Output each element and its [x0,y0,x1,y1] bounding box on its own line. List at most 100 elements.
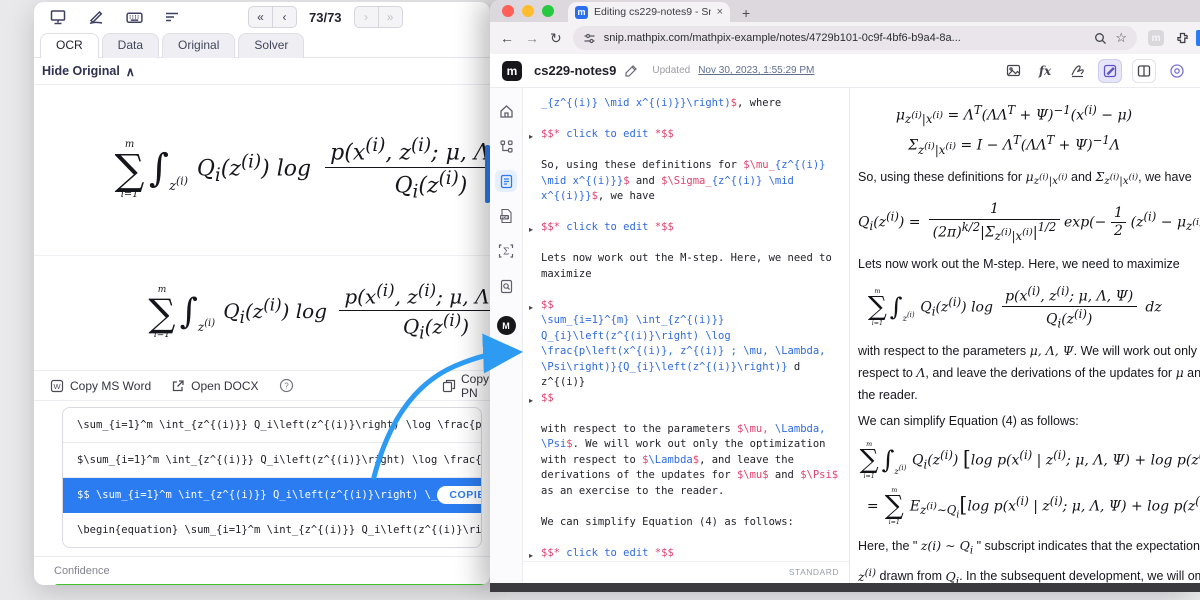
image-icon[interactable] [1002,60,1024,82]
open-docx-button[interactable]: Open DOCX [171,379,258,393]
preview-eye-icon[interactable] [1166,60,1188,82]
markdown-editor[interactable]: _{z^{(i)} \mid x^{(i)}}\right)$, where ▸$… [523,88,850,592]
editor-line[interactable]: x^{(i)}}$, we have [541,189,849,205]
editor-line[interactable] [541,282,849,298]
editor-line[interactable]: \Psi\right)}{Q_{i}\left(z^{(i)}\right)} … [541,360,849,376]
latex-format-row[interactable]: \begin{equation} \sum_{i=1}^m \int_{z^{(… [63,513,481,547]
forward-button[interactable]: → [525,31,539,45]
header-actions: fx [1002,59,1188,83]
back-button[interactable]: ← [500,31,514,45]
editor-line[interactable] [541,112,849,128]
copy-png-button[interactable]: Copy PN [442,372,490,400]
snip-sigma-icon[interactable]: Σ [495,240,517,262]
mathpix-extension-icon[interactable]: m [1148,30,1164,46]
editor-line[interactable] [541,143,849,159]
pdf-icon[interactable]: PDF [495,205,517,227]
address-bar[interactable]: snip.mathpix.com/mathpix-example/notes/4… [573,26,1137,50]
editor-line[interactable]: ▸$$* click to edit *$$ [541,127,849,143]
new-tab-button[interactable]: + [742,5,750,21]
editor-line[interactable]: \mid x^{(i)}}$ and $\Sigma_{z^{(i)} \mid [541,174,849,190]
hide-original-link[interactable]: Hide Original ∧ [42,64,135,79]
tab-ocr[interactable]: OCR [40,33,99,58]
keyboard-icon[interactable] [124,7,144,27]
external-link-icon [171,379,185,393]
editor-line[interactable]: We can simplify Equation (4) as follows: [541,515,849,531]
help-button[interactable]: ? [279,378,294,393]
edit-mode-icon[interactable] [1098,59,1122,83]
split-view-icon[interactable] [1132,59,1156,83]
ink-icon[interactable] [1066,60,1088,82]
site-settings-icon[interactable] [583,32,596,45]
close-window-button[interactable] [502,5,514,17]
updated-timestamp[interactable]: Nov 30, 2023, 1:55:29 PM [698,65,814,76]
snip-app-window: « ‹ 73/73 › » OCRDataOriginalSolver Hide… [34,2,490,585]
draw-icon[interactable] [86,7,106,27]
latex-format-row[interactable]: \sum_{i=1}^m \int_{z^{(i)}} Q_i\left(z^{… [63,408,481,443]
fold-marker-icon[interactable]: ▸ [529,393,533,409]
home-icon[interactable] [495,100,517,122]
hide-original-row: Hide Original ∧ [34,58,490,85]
editor-line[interactable]: Lets now work out the M-step. Here, we n… [541,251,849,267]
preview-equation: m∑i=1∫z(i) Qi(z(i)) [log p(x(i) | z(i); … [858,441,1200,526]
first-page-button[interactable]: « [248,6,272,28]
editor-line[interactable] [541,205,849,221]
fold-marker-icon[interactable]: ▸ [529,129,533,145]
editor-line[interactable]: So, using these definitions for $\mu_{z^… [541,158,849,174]
editor-line[interactable] [541,236,849,252]
editor-line[interactable]: \Psi$. We will work out only the optimiz… [541,437,849,453]
tab-data[interactable]: Data [102,33,159,58]
editor-line[interactable]: with respect to the parameters $\mu, \La… [541,422,849,438]
chevron-up-icon: ∧ [126,64,135,79]
last-page-button[interactable]: » [378,6,403,28]
editor-line[interactable]: z^{(i)} [541,375,849,391]
copy-ms-word-button[interactable]: W Copy MS Word [50,379,151,393]
editor-line[interactable]: maximize [541,267,849,283]
extensions-puzzle-icon[interactable] [1175,31,1190,46]
fold-marker-icon[interactable]: ▸ [529,300,533,316]
svg-text:?: ? [284,382,289,391]
editor-mode-label[interactable]: STANDARD [789,565,839,581]
fx-icon[interactable]: fx [1034,60,1056,82]
search-doc-icon[interactable] [495,275,517,297]
document-icon[interactable] [495,170,517,192]
editor-line[interactable]: Q_{i}\left(z^{(i)}\right) \log [541,329,849,345]
editor-line[interactable] [541,406,849,422]
latex-format-row[interactable]: $$ \sum_{i=1}^m \int_{z^{(i)}} Q_i\left(… [63,478,481,513]
browser-tab[interactable]: m Editing cs229-notes9 - Snip × [568,2,730,22]
editor-line[interactable] [541,499,849,515]
prev-page-button[interactable]: ‹ [272,6,297,28]
rename-icon[interactable] [624,64,638,78]
editor-line[interactable]: ▸$$ [541,298,849,314]
tab-original[interactable]: Original [162,33,235,58]
projects-icon[interactable] [495,135,517,157]
document-title[interactable]: cs229-notes9 [534,63,616,78]
preview-equation: m∑i=1∫z(i) Qi(z(i)) log p(x(i), z(i); μ,… [858,284,1200,331]
next-page-button[interactable]: › [354,6,378,28]
tab-close-icon[interactable]: × [717,6,723,18]
snip-tabs: OCRDataOriginalSolver [34,32,490,58]
editor-line[interactable]: \sum_{i=1}^{m} \int_{z^{(i)}} [541,313,849,329]
editor-line[interactable]: ▸$$* click to edit *$$ [541,220,849,236]
bookmark-star-icon[interactable]: ☆ [1115,30,1127,46]
editor-line[interactable]: with respect to $\Lambda$, and leave the [541,453,849,469]
confidence-label: Confidence [54,565,490,577]
editor-line[interactable]: ▸$$* click to edit *$$ [541,546,849,562]
lines-icon[interactable] [162,7,182,27]
user-avatar[interactable]: M [497,316,516,335]
reload-button[interactable]: ↻ [550,31,562,45]
editor-line[interactable]: _{z^{(i)} \mid x^{(i)}}\right)$, where [541,96,849,112]
minimize-window-button[interactable] [522,5,534,17]
editor-line[interactable] [541,530,849,546]
tab-solver[interactable]: Solver [238,33,304,58]
zoom-window-button[interactable] [542,5,554,17]
browser-toolbar: ← → ↻ snip.mathpix.com/mathpix-example/n… [490,22,1200,54]
editor-line[interactable]: ▸$$ [541,391,849,407]
zoom-page-icon[interactable] [1094,32,1107,45]
screenshot-icon[interactable] [48,7,68,27]
latex-format-row[interactable]: $\sum_{i=1}^m \int_{z^{(i)}} Q_i\left(z^… [63,443,481,478]
editor-line[interactable]: \frac{p\left(x^{(i)}, z^{(i)} ; \mu, \La… [541,344,849,360]
editor-line[interactable]: as an exercise to the reader. [541,484,849,500]
mathpix-logo[interactable]: m [502,61,522,81]
editor-line[interactable]: derivations of the updates for $\mu$ and… [541,468,849,484]
fold-marker-icon[interactable]: ▸ [529,222,533,238]
